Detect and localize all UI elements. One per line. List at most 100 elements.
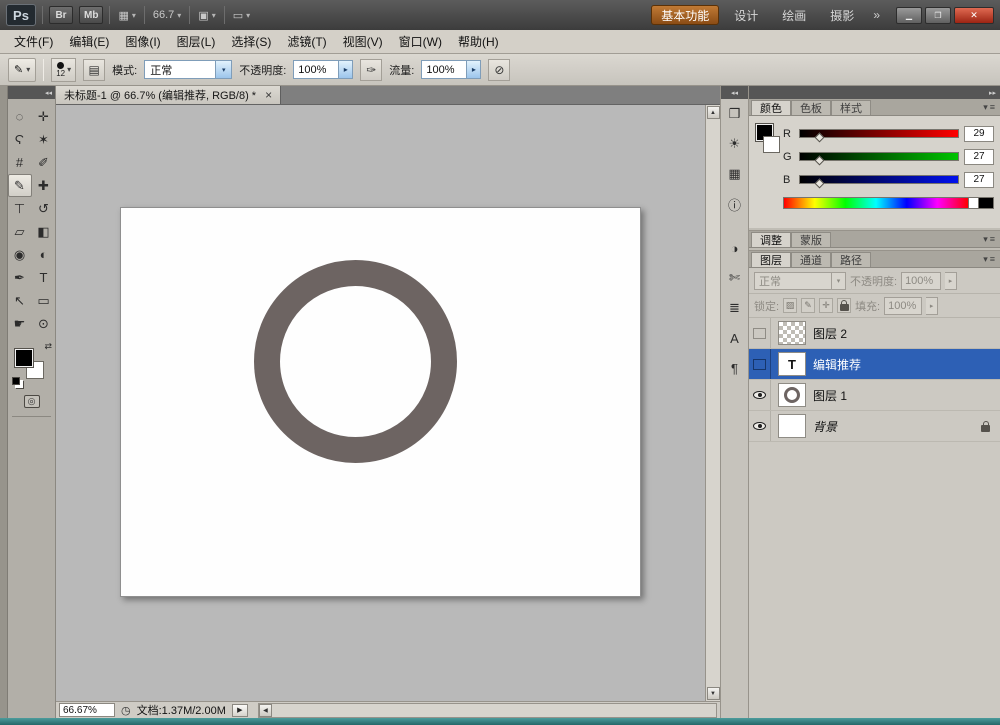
menu-select[interactable]: 选择(S) [223, 30, 279, 53]
tool-path-selection[interactable]: ↖ [8, 289, 32, 312]
workspace-photography-button[interactable]: 摄影 [821, 5, 863, 25]
menu-file[interactable]: 文件(F) [6, 30, 61, 53]
default-colors-icon[interactable] [12, 377, 20, 385]
red-slider-handle[interactable] [814, 133, 824, 143]
tab-masks[interactable]: 蒙版 [791, 232, 831, 247]
brush-preset-picker[interactable]: 12 ▾ [51, 58, 76, 82]
visibility-toggle[interactable] [749, 318, 771, 348]
layer-name[interactable]: 编辑推荐 [813, 356, 861, 373]
tool-history-brush[interactable]: ↺ [32, 197, 56, 220]
lock-position-button[interactable]: ✛ [819, 298, 833, 313]
tool-crop[interactable]: # [8, 151, 32, 174]
layer-name[interactable]: 背景 [813, 418, 837, 435]
background-layer-thumbnail[interactable] [778, 414, 806, 438]
close-button[interactable]: ✕ [954, 7, 994, 24]
layer-fill-input[interactable]: 100% [884, 297, 922, 315]
scroll-up-button[interactable]: ▲ [707, 106, 720, 119]
tool-type[interactable]: T [32, 266, 56, 289]
menu-layer[interactable]: 图层(L) [169, 30, 224, 53]
opacity-pressure-button[interactable]: ✑ [360, 59, 382, 81]
flow-input[interactable]: 100% [421, 60, 467, 79]
tab-layers[interactable]: 图层 [751, 252, 791, 267]
toggle-brush-panel-button[interactable]: ▤ [83, 59, 105, 81]
panel-menu-button[interactable]: ▾ ≡ [978, 251, 1000, 267]
scroll-left-button[interactable]: ◀ [259, 704, 272, 717]
layer-fill-slider-button[interactable]: ▸ [926, 297, 938, 315]
foreground-color-swatch[interactable] [15, 349, 33, 367]
flow-slider-button[interactable]: ▸ [467, 60, 481, 79]
status-zoom-input[interactable]: 66.67% [59, 703, 115, 717]
workspace-overflow-button[interactable]: » [869, 8, 884, 22]
tab-swatches[interactable]: 色板 [791, 100, 831, 115]
vertical-scrollbar[interactable]: ▲ ▼ [705, 105, 720, 701]
tool-rectangle[interactable]: ▭ [32, 289, 56, 312]
3d-panel-button[interactable]: ☀ [724, 134, 746, 154]
background-color-swatch[interactable] [763, 136, 780, 153]
layer-name[interactable]: 图层 2 [813, 325, 847, 342]
layer-thumbnail[interactable] [778, 321, 806, 345]
layer-opacity-slider-button[interactable]: ▸ [945, 272, 957, 290]
info-panel-button[interactable]: ⓘ [724, 194, 746, 214]
adjustments-panel-button[interactable]: ◑ [724, 238, 746, 258]
tool-blur[interactable]: ◉ [8, 243, 32, 266]
document-tab[interactable]: 未标题-1 @ 66.7% (编辑推荐, RGB/8) * × [56, 86, 281, 104]
workspace-design-button[interactable]: 设计 [725, 5, 767, 25]
tool-pen[interactable]: ✒ [8, 266, 32, 289]
workspace-essentials-button[interactable]: 基本功能 [651, 5, 719, 25]
horizontal-scrollbar[interactable]: ◀ [258, 703, 717, 718]
airbrush-toggle-button[interactable]: ⊘ [488, 59, 510, 81]
layer-row-text-selected[interactable]: T 编辑推荐 [749, 349, 1000, 380]
panel-menu-button[interactable]: ▾ ≡ [978, 231, 1000, 247]
tool-eraser[interactable]: ▱ [8, 220, 32, 243]
tool-spot-healing[interactable]: ✚ [32, 174, 56, 197]
visibility-toggle[interactable] [749, 349, 771, 379]
blend-mode-select[interactable]: 正常 ▾ [144, 60, 232, 79]
tab-styles[interactable]: 样式 [831, 100, 871, 115]
color-spectrum-ramp[interactable] [783, 197, 969, 209]
arrange-documents-control[interactable]: ▣ ▾ [196, 9, 217, 22]
layer-row-1[interactable]: 图层 1 [749, 380, 1000, 411]
panel-menu-button[interactable]: ▾ ≡ [978, 99, 1000, 115]
layer-blend-mode-select[interactable]: 正常 ▾ [754, 272, 846, 290]
layer-row-2[interactable]: 图层 2 [749, 318, 1000, 349]
menu-window[interactable]: 窗口(W) [391, 30, 450, 53]
dock-header[interactable]: ◂◂ [721, 86, 748, 99]
menu-image[interactable]: 图像(I) [117, 30, 168, 53]
green-slider[interactable] [799, 152, 959, 161]
window-panel-button[interactable]: ❒ [724, 104, 746, 124]
menu-edit[interactable]: 编辑(E) [61, 30, 117, 53]
layer-comps-panel-button[interactable]: ≣ [724, 298, 746, 318]
close-tab-icon[interactable]: × [265, 88, 272, 102]
opacity-input[interactable]: 100% [293, 60, 339, 79]
green-value-input[interactable]: 27 [964, 149, 994, 165]
blue-slider[interactable] [799, 175, 959, 184]
screen-mode-control[interactable]: ▭ ▾ [231, 9, 252, 22]
tool-zoom[interactable]: ⊙ [32, 312, 56, 335]
minibridge-button[interactable]: Mb [79, 6, 103, 24]
layer-opacity-input[interactable]: 100% [901, 272, 941, 290]
tab-adjustments[interactable]: 调整 [751, 232, 791, 247]
character-panel-button[interactable]: A [724, 328, 746, 348]
canvas-workspace[interactable]: ▲ ▼ [56, 105, 720, 701]
black-swatch[interactable] [979, 197, 994, 209]
tool-move[interactable]: ✛ [32, 105, 56, 128]
lock-image-pixels-button[interactable]: ✎ [801, 298, 815, 313]
opacity-slider-button[interactable]: ▸ [339, 60, 353, 79]
lock-transparent-pixels-button[interactable]: ▨ [783, 298, 797, 313]
red-value-input[interactable]: 29 [964, 126, 994, 142]
tool-gradient[interactable]: ◧ [32, 220, 56, 243]
panels-column-header[interactable]: ▸▸ [749, 86, 1000, 99]
tool-dodge[interactable]: ◐ [32, 243, 56, 266]
active-tool-preset[interactable]: ✎ ▾ [8, 58, 36, 82]
tab-color[interactable]: 颜色 [751, 100, 791, 115]
layer-thumbnail[interactable] [778, 383, 806, 407]
blue-value-input[interactable]: 27 [964, 172, 994, 188]
menu-help[interactable]: 帮助(H) [450, 30, 507, 53]
tool-lasso[interactable]: Ϛ [8, 128, 32, 151]
masks-panel-button[interactable]: ✄ [724, 268, 746, 288]
menu-filter[interactable]: 滤镜(T) [279, 30, 334, 53]
white-swatch[interactable] [969, 197, 979, 209]
restore-button[interactable]: ❐ [925, 7, 951, 24]
green-slider-handle[interactable] [814, 156, 824, 166]
layer-row-background[interactable]: 背景 [749, 411, 1000, 442]
